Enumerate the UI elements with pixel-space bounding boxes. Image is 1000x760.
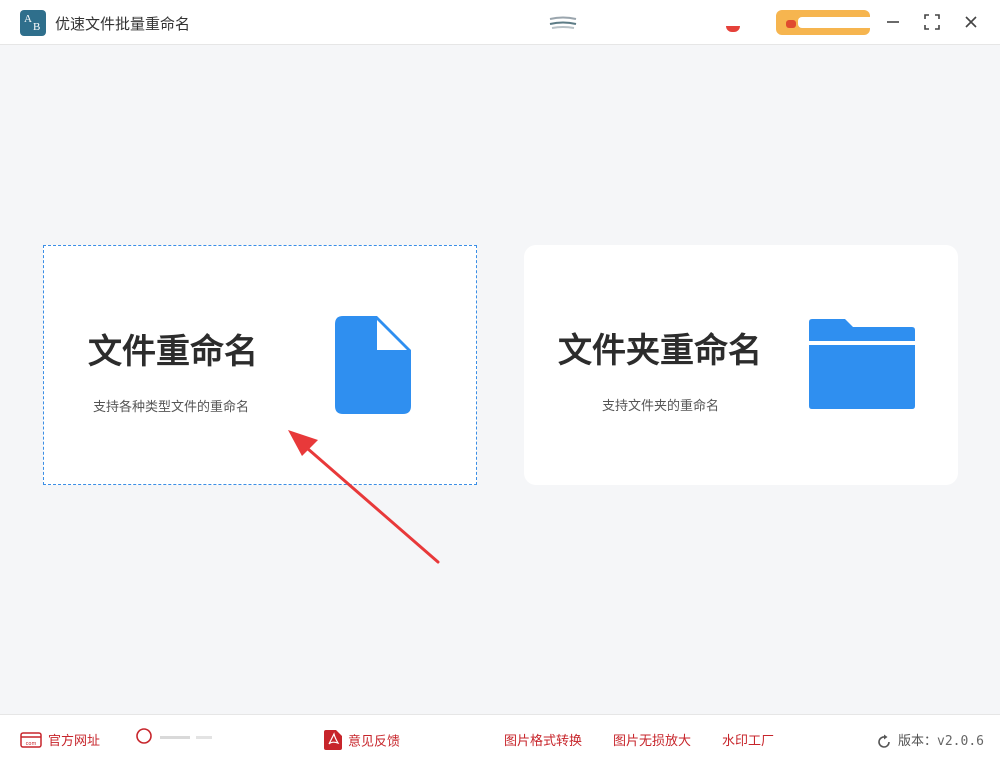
minimize-button[interactable] — [882, 11, 904, 33]
version-value: v2.0.6 — [937, 734, 984, 749]
refresh-icon — [878, 734, 890, 748]
folder-rename-desc: 支持文件夹的重命名 — [602, 399, 720, 414]
file-icon — [335, 316, 411, 414]
file-rename-card[interactable]: 文件重命名 支持各种类型文件的重命名 — [43, 245, 477, 485]
version-info[interactable]: 版本：v2.0.6 — [876, 730, 984, 750]
promo-redacted-label — [798, 17, 870, 28]
close-button[interactable] — [960, 11, 982, 33]
file-rename-title: 文件重命名 — [88, 332, 258, 372]
image-enlarge-link[interactable]: 图片无损放大 — [613, 730, 691, 749]
expand-icon — [924, 14, 940, 30]
svg-text:com: com — [26, 741, 37, 747]
feedback-label: 意见反馈 — [348, 734, 401, 750]
promo-button[interactable] — [776, 10, 870, 35]
folder-icon — [809, 319, 915, 409]
file-rename-desc: 支持各种类型文件的重命名 — [93, 400, 250, 415]
footer-bar: com 官方网址 意见反馈 图片格式转换 图片无损放大 水印工厂 版本：v2.0… — [0, 714, 1000, 760]
version-label: 版本： — [898, 734, 938, 749]
app-title: 优速文件批量重命名 — [55, 15, 191, 33]
watermark-link[interactable]: 水印工厂 — [722, 730, 774, 749]
maximize-button[interactable] — [921, 11, 943, 33]
website-link[interactable]: com 官方网址 — [20, 730, 100, 749]
close-icon — [965, 16, 977, 28]
notification-badge[interactable] — [726, 26, 740, 32]
promo-badge-icon — [786, 20, 796, 28]
image-convert-link[interactable]: 图片格式转换 — [504, 730, 582, 749]
folder-rename-card[interactable]: 文件夹重命名 支持文件夹的重命名 — [524, 245, 958, 485]
blurred-logo-icon — [549, 16, 577, 29]
title-bar: AB 优速文件批量重命名 — [0, 0, 1000, 45]
minus-icon — [887, 21, 899, 23]
app-logo-icon: AB — [20, 10, 46, 36]
redacted-link[interactable] — [134, 727, 298, 747]
folder-rename-title: 文件夹重命名 — [558, 331, 762, 371]
website-icon: com — [20, 731, 42, 748]
feedback-link[interactable]: 意见反馈 — [324, 730, 400, 750]
pdf-feedback-icon — [324, 730, 342, 750]
website-label: 官方网址 — [48, 734, 101, 749]
